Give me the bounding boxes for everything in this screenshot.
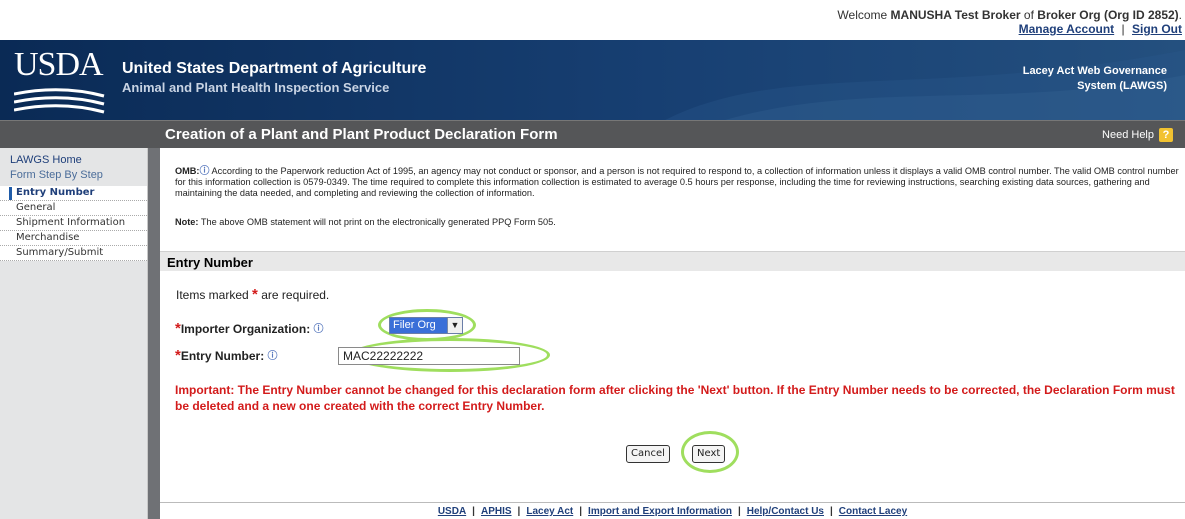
header-banner: USDA United States Department of Agricul… bbox=[0, 40, 1185, 120]
system-line1: Lacey Act Web Governance bbox=[1022, 65, 1167, 77]
entry-number-input[interactable] bbox=[338, 347, 520, 365]
agency-name: United States Department of Agriculture … bbox=[122, 60, 426, 95]
entry-info-icon[interactable]: ⓘ bbox=[268, 347, 278, 362]
sidebar-item-merchandise[interactable]: Merchandise bbox=[0, 231, 147, 246]
omb-label: OMB: bbox=[175, 166, 200, 176]
cancel-button[interactable]: Cancel bbox=[626, 445, 670, 463]
need-help-link[interactable]: Need Help ? bbox=[1102, 128, 1173, 142]
required-note: Items marked * are required. bbox=[176, 286, 329, 303]
footer-separator: | bbox=[472, 506, 475, 517]
sidebar: LAWGS Home Form Step By Step Entry Numbe… bbox=[0, 148, 148, 519]
manage-account-link[interactable]: Manage Account bbox=[1019, 22, 1115, 36]
next-button[interactable]: Next bbox=[692, 445, 726, 463]
footer-separator: | bbox=[737, 506, 741, 517]
agency-line1: United States Department of Agriculture bbox=[122, 60, 427, 77]
section-title: Entry Number bbox=[167, 255, 253, 270]
sidebar-item-entry-number[interactable]: Entry Number bbox=[0, 186, 147, 201]
entry-number-label: *Entry Number: ⓘ bbox=[175, 347, 278, 364]
importer-info-icon[interactable]: ⓘ bbox=[314, 320, 324, 335]
need-help-label: Need Help bbox=[1102, 129, 1154, 141]
page-title: Creation of a Plant and Plant Product De… bbox=[165, 126, 558, 143]
usda-logo[interactable]: USDA bbox=[14, 46, 110, 114]
chevron-down-icon[interactable]: ▼ bbox=[447, 318, 462, 333]
importer-organization-label: *Importer Organization: ⓘ bbox=[175, 320, 324, 337]
system-line2: System (LAWGS) bbox=[1077, 80, 1167, 92]
account-separator: | bbox=[1121, 22, 1125, 36]
footer-links: USDA | APHIS | Lacey Act | Import and Export I… bbox=[160, 502, 1185, 519]
org-name: Broker Org (Org ID 2852) bbox=[1037, 8, 1179, 22]
footer-link-help-contact[interactable]: Help/Contact Us bbox=[747, 506, 824, 517]
note-text: The above OMB statement will not print o… bbox=[200, 217, 556, 227]
sidebar-home-link[interactable]: LAWGS Home bbox=[10, 154, 82, 166]
omb-statement: OMB:ⓘ According to the Paperwork reducti… bbox=[175, 166, 1185, 199]
sidebar-step-header[interactable]: Form Step By Step bbox=[0, 169, 147, 181]
sidebar-steps: Entry Number General Shipment Informatio… bbox=[0, 186, 147, 261]
required-suffix: are required. bbox=[261, 288, 330, 302]
system-name: Lacey Act Web Governance System (LAWGS) bbox=[1023, 64, 1167, 94]
required-prefix: Items marked bbox=[176, 288, 249, 302]
welcome-of: of bbox=[1023, 8, 1034, 22]
omb-note: Note: The above OMB statement will not p… bbox=[175, 217, 556, 227]
footer-link-contact-lacey[interactable]: Contact Lacey bbox=[839, 506, 907, 517]
logo-text: USDA bbox=[14, 46, 104, 83]
footer-separator: | bbox=[579, 506, 583, 517]
welcome-message: Welcome MANUSHA Test Broker of Broker Or… bbox=[837, 8, 1182, 22]
section-header: Entry Number bbox=[160, 251, 1185, 271]
page-title-bar: Creation of a Plant and Plant Product De… bbox=[0, 120, 1185, 148]
welcome-prefix: Welcome bbox=[837, 8, 888, 22]
important-warning: Important: The Entry Number cannot be ch… bbox=[175, 383, 1175, 413]
footer-separator: | bbox=[829, 506, 833, 517]
footer-link-lacey-act[interactable]: Lacey Act bbox=[526, 506, 573, 517]
agency-line2: Animal and Plant Health Inspection Servi… bbox=[122, 80, 390, 95]
omb-text: According to the Paperwork reduction Act… bbox=[175, 166, 1179, 198]
importer-selected-value: Filer Org bbox=[390, 318, 447, 333]
footer-link-import-export[interactable]: Import and Export Information bbox=[588, 506, 732, 517]
sidebar-item-general[interactable]: General bbox=[0, 201, 147, 216]
sidebar-item-shipment-information[interactable]: Shipment Information bbox=[0, 216, 147, 231]
sidebar-item-summary-submit[interactable]: Summary/Submit bbox=[0, 246, 147, 261]
sign-out-link[interactable]: Sign Out bbox=[1132, 22, 1182, 36]
top-user-strip: Welcome MANUSHA Test Broker of Broker Or… bbox=[0, 0, 1185, 40]
importer-organization-select[interactable]: Filer Org ▼ bbox=[389, 317, 463, 334]
info-icon: ⓘ bbox=[199, 166, 210, 177]
footer-link-aphis[interactable]: APHIS bbox=[481, 506, 512, 517]
importer-highlight-ring: Filer Org ▼ bbox=[378, 309, 476, 341]
user-name: MANUSHA Test Broker bbox=[890, 8, 1021, 22]
account-links: Manage Account | Sign Out bbox=[1019, 22, 1182, 36]
logo-swoosh-icon bbox=[14, 88, 105, 114]
note-label: Note: bbox=[175, 217, 199, 227]
footer-separator: | bbox=[517, 506, 521, 517]
main-content: OMB:ⓘ According to the Paperwork reducti… bbox=[148, 148, 1185, 519]
footer-link-usda[interactable]: USDA bbox=[438, 506, 466, 517]
required-star: * bbox=[252, 286, 258, 303]
entry-label-text: Entry Number: bbox=[180, 349, 265, 363]
welcome-period: . bbox=[1178, 8, 1182, 22]
importer-label-text: Importer Organization: bbox=[180, 322, 311, 336]
help-icon: ? bbox=[1159, 128, 1173, 142]
